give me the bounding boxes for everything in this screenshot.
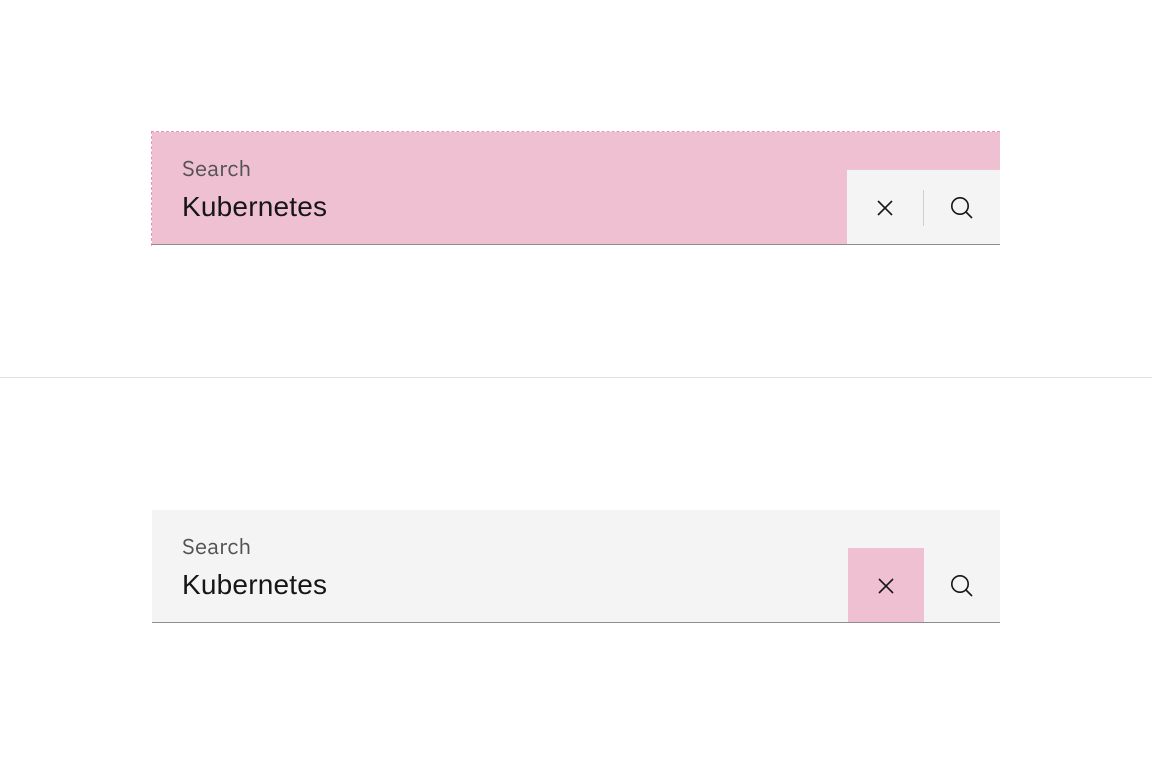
clear-button[interactable] [848,548,924,623]
close-icon [875,198,895,218]
search-label: Search [182,532,818,561]
search-actions [848,548,1000,623]
underline-rule [152,244,1000,245]
search-bar: Search [152,510,1000,623]
close-icon [876,576,896,596]
search-field-area[interactable]: Search [152,510,848,623]
underline-rule [152,622,1000,623]
example-row-2: Search [0,378,1152,755]
example-row-1: Search [0,0,1152,377]
search-button[interactable] [924,548,1000,623]
search-icon [949,195,975,221]
search-button[interactable] [924,170,1000,245]
search-label: Search [182,154,817,183]
search-actions [847,170,1000,245]
search-icon [949,573,975,599]
search-bar: Search [152,132,1000,245]
search-field-area[interactable]: Search [152,132,847,245]
clear-button[interactable] [847,170,923,245]
search-input[interactable] [182,191,817,223]
search-input[interactable] [182,569,818,601]
